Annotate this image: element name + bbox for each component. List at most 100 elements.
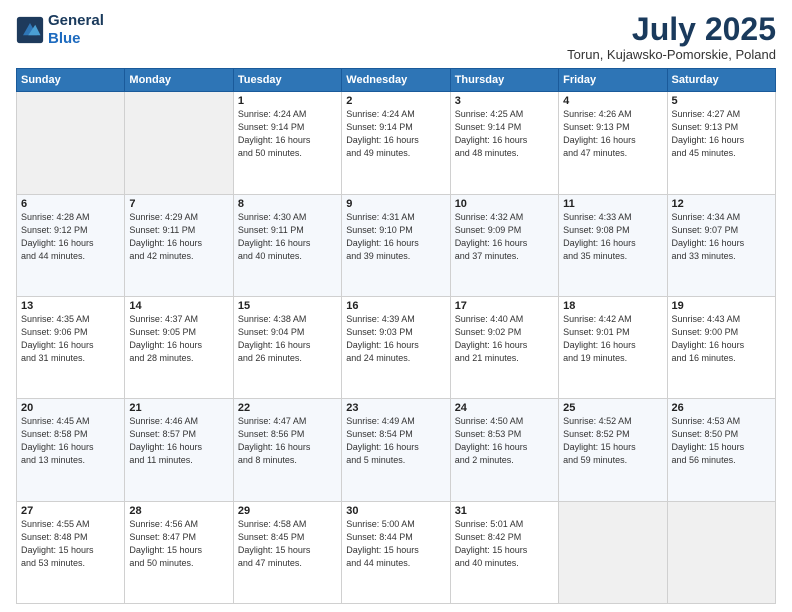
day-cell: 30Sunrise: 5:00 AM Sunset: 8:44 PM Dayli… bbox=[342, 501, 450, 603]
day-info: Sunrise: 4:24 AM Sunset: 9:14 PM Dayligh… bbox=[238, 108, 337, 160]
day-number: 29 bbox=[238, 505, 337, 517]
day-info: Sunrise: 4:25 AM Sunset: 9:14 PM Dayligh… bbox=[455, 108, 554, 160]
column-header-monday: Monday bbox=[125, 69, 233, 92]
day-info: Sunrise: 4:32 AM Sunset: 9:09 PM Dayligh… bbox=[455, 211, 554, 263]
day-number: 15 bbox=[238, 300, 337, 312]
day-cell: 31Sunrise: 5:01 AM Sunset: 8:42 PM Dayli… bbox=[450, 501, 558, 603]
day-cell: 23Sunrise: 4:49 AM Sunset: 8:54 PM Dayli… bbox=[342, 399, 450, 501]
day-number: 26 bbox=[672, 402, 771, 414]
day-number: 22 bbox=[238, 402, 337, 414]
day-cell bbox=[125, 92, 233, 194]
calendar-body: 1Sunrise: 4:24 AM Sunset: 9:14 PM Daylig… bbox=[17, 92, 776, 604]
day-number: 23 bbox=[346, 402, 445, 414]
day-cell: 1Sunrise: 4:24 AM Sunset: 9:14 PM Daylig… bbox=[233, 92, 341, 194]
column-header-saturday: Saturday bbox=[667, 69, 775, 92]
day-number: 21 bbox=[129, 402, 228, 414]
day-cell: 29Sunrise: 4:58 AM Sunset: 8:45 PM Dayli… bbox=[233, 501, 341, 603]
day-cell: 17Sunrise: 4:40 AM Sunset: 9:02 PM Dayli… bbox=[450, 296, 558, 398]
day-cell: 5Sunrise: 4:27 AM Sunset: 9:13 PM Daylig… bbox=[667, 92, 775, 194]
day-info: Sunrise: 4:56 AM Sunset: 8:47 PM Dayligh… bbox=[129, 518, 228, 570]
day-number: 5 bbox=[672, 95, 771, 107]
week-row-2: 6Sunrise: 4:28 AM Sunset: 9:12 PM Daylig… bbox=[17, 194, 776, 296]
column-header-friday: Friday bbox=[559, 69, 667, 92]
day-number: 6 bbox=[21, 198, 120, 210]
day-cell: 10Sunrise: 4:32 AM Sunset: 9:09 PM Dayli… bbox=[450, 194, 558, 296]
day-cell: 3Sunrise: 4:25 AM Sunset: 9:14 PM Daylig… bbox=[450, 92, 558, 194]
day-cell: 11Sunrise: 4:33 AM Sunset: 9:08 PM Dayli… bbox=[559, 194, 667, 296]
day-info: Sunrise: 4:37 AM Sunset: 9:05 PM Dayligh… bbox=[129, 313, 228, 365]
day-cell: 22Sunrise: 4:47 AM Sunset: 8:56 PM Dayli… bbox=[233, 399, 341, 501]
day-info: Sunrise: 4:26 AM Sunset: 9:13 PM Dayligh… bbox=[563, 108, 662, 160]
day-info: Sunrise: 4:58 AM Sunset: 8:45 PM Dayligh… bbox=[238, 518, 337, 570]
day-info: Sunrise: 4:27 AM Sunset: 9:13 PM Dayligh… bbox=[672, 108, 771, 160]
day-info: Sunrise: 4:38 AM Sunset: 9:04 PM Dayligh… bbox=[238, 313, 337, 365]
column-headers: SundayMondayTuesdayWednesdayThursdayFrid… bbox=[17, 69, 776, 92]
day-info: Sunrise: 4:43 AM Sunset: 9:00 PM Dayligh… bbox=[672, 313, 771, 365]
day-info: Sunrise: 4:45 AM Sunset: 8:58 PM Dayligh… bbox=[21, 415, 120, 467]
column-header-thursday: Thursday bbox=[450, 69, 558, 92]
day-info: Sunrise: 5:01 AM Sunset: 8:42 PM Dayligh… bbox=[455, 518, 554, 570]
day-cell: 16Sunrise: 4:39 AM Sunset: 9:03 PM Dayli… bbox=[342, 296, 450, 398]
column-header-wednesday: Wednesday bbox=[342, 69, 450, 92]
day-info: Sunrise: 4:39 AM Sunset: 9:03 PM Dayligh… bbox=[346, 313, 445, 365]
logo-text: General Blue bbox=[48, 12, 104, 48]
day-cell: 26Sunrise: 4:53 AM Sunset: 8:50 PM Dayli… bbox=[667, 399, 775, 501]
page: General Blue July 2025 Torun, Kujawsko-P… bbox=[0, 0, 792, 612]
day-number: 12 bbox=[672, 198, 771, 210]
day-info: Sunrise: 4:33 AM Sunset: 9:08 PM Dayligh… bbox=[563, 211, 662, 263]
day-info: Sunrise: 4:53 AM Sunset: 8:50 PM Dayligh… bbox=[672, 415, 771, 467]
day-number: 11 bbox=[563, 198, 662, 210]
day-info: Sunrise: 4:29 AM Sunset: 9:11 PM Dayligh… bbox=[129, 211, 228, 263]
day-number: 7 bbox=[129, 198, 228, 210]
day-cell: 2Sunrise: 4:24 AM Sunset: 9:14 PM Daylig… bbox=[342, 92, 450, 194]
day-number: 3 bbox=[455, 95, 554, 107]
day-number: 9 bbox=[346, 198, 445, 210]
day-cell: 14Sunrise: 4:37 AM Sunset: 9:05 PM Dayli… bbox=[125, 296, 233, 398]
day-info: Sunrise: 4:52 AM Sunset: 8:52 PM Dayligh… bbox=[563, 415, 662, 467]
day-cell: 8Sunrise: 4:30 AM Sunset: 9:11 PM Daylig… bbox=[233, 194, 341, 296]
day-cell: 27Sunrise: 4:55 AM Sunset: 8:48 PM Dayli… bbox=[17, 501, 125, 603]
day-info: Sunrise: 5:00 AM Sunset: 8:44 PM Dayligh… bbox=[346, 518, 445, 570]
logo: General Blue bbox=[16, 12, 104, 48]
week-row-3: 13Sunrise: 4:35 AM Sunset: 9:06 PM Dayli… bbox=[17, 296, 776, 398]
day-cell: 4Sunrise: 4:26 AM Sunset: 9:13 PM Daylig… bbox=[559, 92, 667, 194]
week-row-5: 27Sunrise: 4:55 AM Sunset: 8:48 PM Dayli… bbox=[17, 501, 776, 603]
day-info: Sunrise: 4:47 AM Sunset: 8:56 PM Dayligh… bbox=[238, 415, 337, 467]
day-info: Sunrise: 4:31 AM Sunset: 9:10 PM Dayligh… bbox=[346, 211, 445, 263]
day-info: Sunrise: 4:28 AM Sunset: 9:12 PM Dayligh… bbox=[21, 211, 120, 263]
day-number: 8 bbox=[238, 198, 337, 210]
day-cell: 28Sunrise: 4:56 AM Sunset: 8:47 PM Dayli… bbox=[125, 501, 233, 603]
day-info: Sunrise: 4:24 AM Sunset: 9:14 PM Dayligh… bbox=[346, 108, 445, 160]
day-number: 14 bbox=[129, 300, 228, 312]
week-row-1: 1Sunrise: 4:24 AM Sunset: 9:14 PM Daylig… bbox=[17, 92, 776, 194]
day-number: 4 bbox=[563, 95, 662, 107]
day-number: 25 bbox=[563, 402, 662, 414]
day-cell: 21Sunrise: 4:46 AM Sunset: 8:57 PM Dayli… bbox=[125, 399, 233, 501]
day-cell: 7Sunrise: 4:29 AM Sunset: 9:11 PM Daylig… bbox=[125, 194, 233, 296]
day-cell: 18Sunrise: 4:42 AM Sunset: 9:01 PM Dayli… bbox=[559, 296, 667, 398]
day-cell: 12Sunrise: 4:34 AM Sunset: 9:07 PM Dayli… bbox=[667, 194, 775, 296]
week-row-4: 20Sunrise: 4:45 AM Sunset: 8:58 PM Dayli… bbox=[17, 399, 776, 501]
day-info: Sunrise: 4:42 AM Sunset: 9:01 PM Dayligh… bbox=[563, 313, 662, 365]
day-number: 19 bbox=[672, 300, 771, 312]
day-number: 24 bbox=[455, 402, 554, 414]
day-number: 18 bbox=[563, 300, 662, 312]
day-cell: 25Sunrise: 4:52 AM Sunset: 8:52 PM Dayli… bbox=[559, 399, 667, 501]
day-cell: 20Sunrise: 4:45 AM Sunset: 8:58 PM Dayli… bbox=[17, 399, 125, 501]
day-info: Sunrise: 4:55 AM Sunset: 8:48 PM Dayligh… bbox=[21, 518, 120, 570]
column-header-tuesday: Tuesday bbox=[233, 69, 341, 92]
day-cell: 15Sunrise: 4:38 AM Sunset: 9:04 PM Dayli… bbox=[233, 296, 341, 398]
day-number: 31 bbox=[455, 505, 554, 517]
day-info: Sunrise: 4:34 AM Sunset: 9:07 PM Dayligh… bbox=[672, 211, 771, 263]
day-cell: 9Sunrise: 4:31 AM Sunset: 9:10 PM Daylig… bbox=[342, 194, 450, 296]
day-number: 1 bbox=[238, 95, 337, 107]
day-info: Sunrise: 4:46 AM Sunset: 8:57 PM Dayligh… bbox=[129, 415, 228, 467]
calendar-table: SundayMondayTuesdayWednesdayThursdayFrid… bbox=[16, 68, 776, 604]
day-number: 30 bbox=[346, 505, 445, 517]
day-info: Sunrise: 4:49 AM Sunset: 8:54 PM Dayligh… bbox=[346, 415, 445, 467]
day-cell bbox=[559, 501, 667, 603]
day-info: Sunrise: 4:35 AM Sunset: 9:06 PM Dayligh… bbox=[21, 313, 120, 365]
subtitle: Torun, Kujawsko-Pomorskie, Poland bbox=[567, 47, 776, 62]
day-number: 2 bbox=[346, 95, 445, 107]
day-cell: 13Sunrise: 4:35 AM Sunset: 9:06 PM Dayli… bbox=[17, 296, 125, 398]
